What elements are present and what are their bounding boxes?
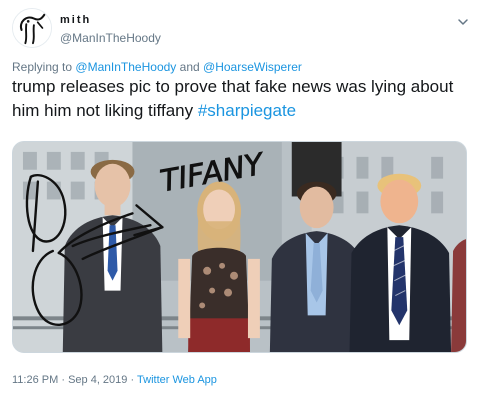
mention-link-maninthehoody[interactable]: @ManInTheHoody — [75, 60, 176, 74]
display-name[interactable]: mith — [60, 13, 161, 27]
hashtag-link[interactable]: #sharpiegate — [198, 101, 296, 120]
avatar[interactable] — [12, 8, 52, 48]
tweet-card: mith @ManInTheHoody Replying to @ManInTh… — [0, 0, 483, 394]
chevron-down-icon[interactable] — [457, 16, 469, 28]
tweet-photo[interactable]: TIFANY — [12, 141, 467, 353]
tweet-text: trump releases pic to prove that fake ne… — [12, 75, 472, 123]
tweet-time[interactable]: 11:26 PM — [12, 374, 58, 386]
mention-link-hoarsewisperer[interactable]: @HoarseWisperer — [203, 60, 302, 74]
user-handle[interactable]: @ManInTheHoody — [60, 30, 161, 46]
meta-separator: · — [61, 374, 66, 386]
scribble-figure-avatar-icon — [13, 9, 51, 47]
meta-separator: · — [130, 374, 135, 386]
replying-conjunction: and — [179, 60, 200, 74]
tweet-meta: 11:26 PM · Sep 4, 2019 · Twitter Web App — [12, 374, 217, 386]
tweet-date[interactable]: Sep 4, 2019 — [68, 374, 127, 386]
author-block[interactable]: mith @ManInTheHoody — [60, 13, 161, 46]
replying-to-label: Replying to — [12, 60, 73, 74]
replying-to-line: Replying to @ManInTheHoody and @HoarseWi… — [12, 60, 302, 74]
tweet-source-link[interactable]: Twitter Web App — [137, 374, 217, 386]
